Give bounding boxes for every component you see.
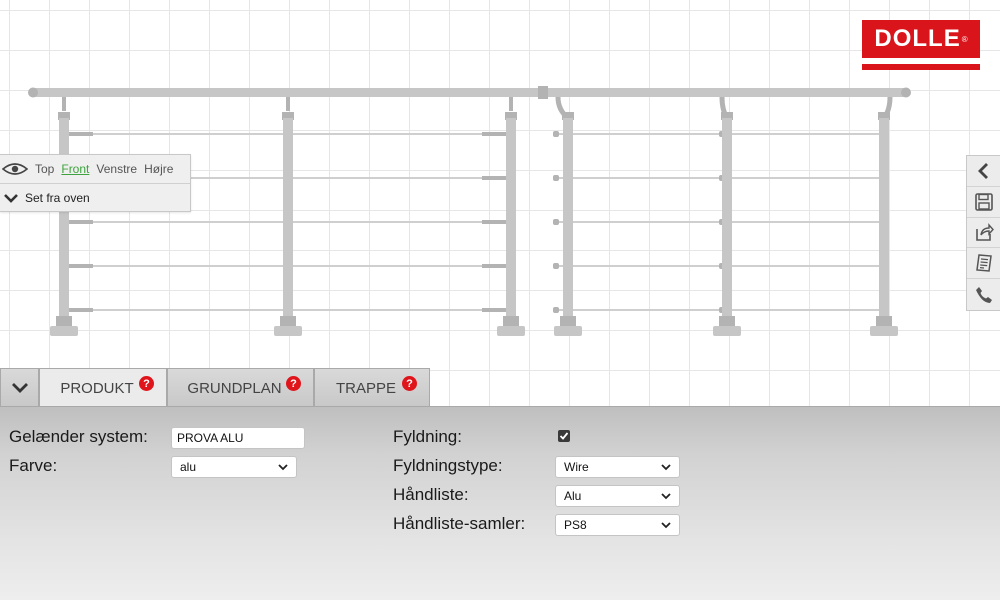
color-select[interactable]: alu — [171, 456, 297, 478]
post-foot — [280, 316, 296, 326]
wire-fitting — [482, 220, 508, 224]
help-icon[interactable]: ? — [286, 376, 301, 391]
color-label: Farve: — [9, 456, 58, 475]
infill-checkbox[interactable] — [558, 430, 570, 442]
chevron-down-icon — [278, 463, 288, 470]
contact-button[interactable] — [967, 279, 1000, 310]
post-bracket — [62, 97, 66, 111]
handrail-joiner-value: PS8 — [564, 518, 587, 532]
view-front-button[interactable]: Front — [61, 162, 89, 176]
wire-knob — [553, 131, 559, 137]
collapse-panel-button[interactable] — [0, 368, 39, 407]
view-selector: Top Front Venstre Højre — [0, 155, 190, 184]
tab-trappe-label: TRAPPE — [335, 379, 396, 397]
handrail-end-cap — [901, 87, 911, 98]
post — [59, 118, 69, 320]
infill-type-select[interactable]: Wire — [555, 456, 680, 478]
chevron-down-icon — [11, 383, 28, 393]
handrail-joiner — [538, 86, 548, 99]
handrail-end-cap — [28, 87, 38, 98]
phone-icon — [975, 286, 992, 303]
chevron-down-icon — [661, 463, 671, 470]
handrail-joiner-label: Håndliste-samler: — [393, 514, 526, 533]
tab-produkt[interactable]: PRODUKT ? — [39, 368, 167, 407]
post-bracket — [286, 97, 290, 111]
railing-system-input[interactable] — [171, 427, 305, 449]
handrail-select[interactable]: Alu — [555, 485, 680, 507]
save-icon — [974, 192, 993, 211]
share-button[interactable] — [967, 218, 1000, 249]
set-from-above-toggle[interactable]: Set fra oven — [0, 184, 190, 212]
post — [506, 118, 516, 320]
wire-knob — [553, 175, 559, 181]
post-foot — [503, 316, 519, 326]
base-plate — [713, 326, 741, 336]
post-foot — [56, 316, 72, 326]
post-foot — [560, 316, 576, 326]
collapse-toolbar-button[interactable] — [967, 156, 1000, 187]
view-left-button[interactable]: Venstre — [96, 162, 137, 176]
railing-system-label: Gelænder system: — [9, 427, 148, 446]
wire-fitting — [482, 308, 508, 312]
chevron-down-icon — [661, 521, 671, 528]
post — [722, 118, 732, 320]
base-plate — [554, 326, 582, 336]
post — [879, 118, 889, 320]
tab-grundplan-label: GRUNDPLAN — [187, 379, 282, 397]
wire-fitting — [67, 220, 93, 224]
view-top-button[interactable]: Top — [35, 162, 54, 176]
post-bracket — [509, 97, 513, 111]
checkmark-icon — [559, 432, 569, 440]
share-icon — [975, 223, 994, 242]
color-select-value: alu — [180, 460, 197, 474]
tab-grundplan[interactable]: GRUNDPLAN ? — [167, 368, 314, 407]
chevron-down-icon — [661, 492, 671, 499]
logo-text: DOLLE — [874, 25, 961, 52]
base-plate — [274, 326, 302, 336]
handrail — [544, 88, 910, 97]
handrail-joiner-select[interactable]: PS8 — [555, 514, 680, 536]
post — [563, 118, 573, 320]
tab-produkt-label: PRODUKT — [60, 379, 134, 397]
post-foot — [876, 316, 892, 326]
chevron-left-icon — [977, 162, 988, 179]
post-foot — [719, 316, 735, 326]
handrail-value: Alu — [564, 489, 582, 503]
help-icon[interactable]: ? — [402, 376, 417, 391]
post — [283, 118, 293, 320]
wire-fitting — [67, 264, 93, 268]
wire-knob — [553, 263, 559, 269]
view-right-button[interactable]: Højre — [144, 162, 173, 176]
dolle-logo: DOLLE ® — [862, 20, 980, 64]
infill-type-value: Wire — [564, 460, 589, 474]
document-button[interactable] — [967, 248, 1000, 280]
product-form-panel: Gelænder system: Farve: alu Fyldning: Fy… — [0, 406, 1000, 600]
chevron-down-icon — [4, 194, 18, 203]
base-plate — [497, 326, 525, 336]
wire-knob — [553, 307, 559, 313]
wire-fitting — [482, 132, 508, 136]
help-icon[interactable]: ? — [139, 376, 154, 391]
wire-fitting — [67, 132, 93, 136]
tab-trappe[interactable]: TRAPPE ? — [314, 368, 430, 407]
document-icon — [975, 254, 992, 273]
side-toolbar — [966, 155, 1000, 311]
logo-registered-mark: ® — [961, 34, 968, 44]
wire-fitting — [482, 264, 508, 268]
handrail — [30, 88, 545, 97]
wire-fitting — [482, 176, 508, 180]
infill-type-label: Fyldningstype: — [393, 456, 503, 475]
base-plate — [870, 326, 898, 336]
eye-icon — [2, 163, 28, 175]
infill-label: Fyldning: — [393, 427, 462, 446]
base-plate — [50, 326, 78, 336]
save-button[interactable] — [967, 187, 1000, 218]
tab-bar: PRODUKT ? GRUNDPLAN ? TRAPPE ? — [0, 368, 430, 407]
set-from-above-label: Set fra oven — [25, 191, 90, 205]
view-panel: Top Front Venstre Højre Set fra oven — [0, 154, 191, 212]
wire-knob — [553, 219, 559, 225]
wire-fitting — [67, 308, 93, 312]
handrail-label: Håndliste: — [393, 485, 469, 504]
